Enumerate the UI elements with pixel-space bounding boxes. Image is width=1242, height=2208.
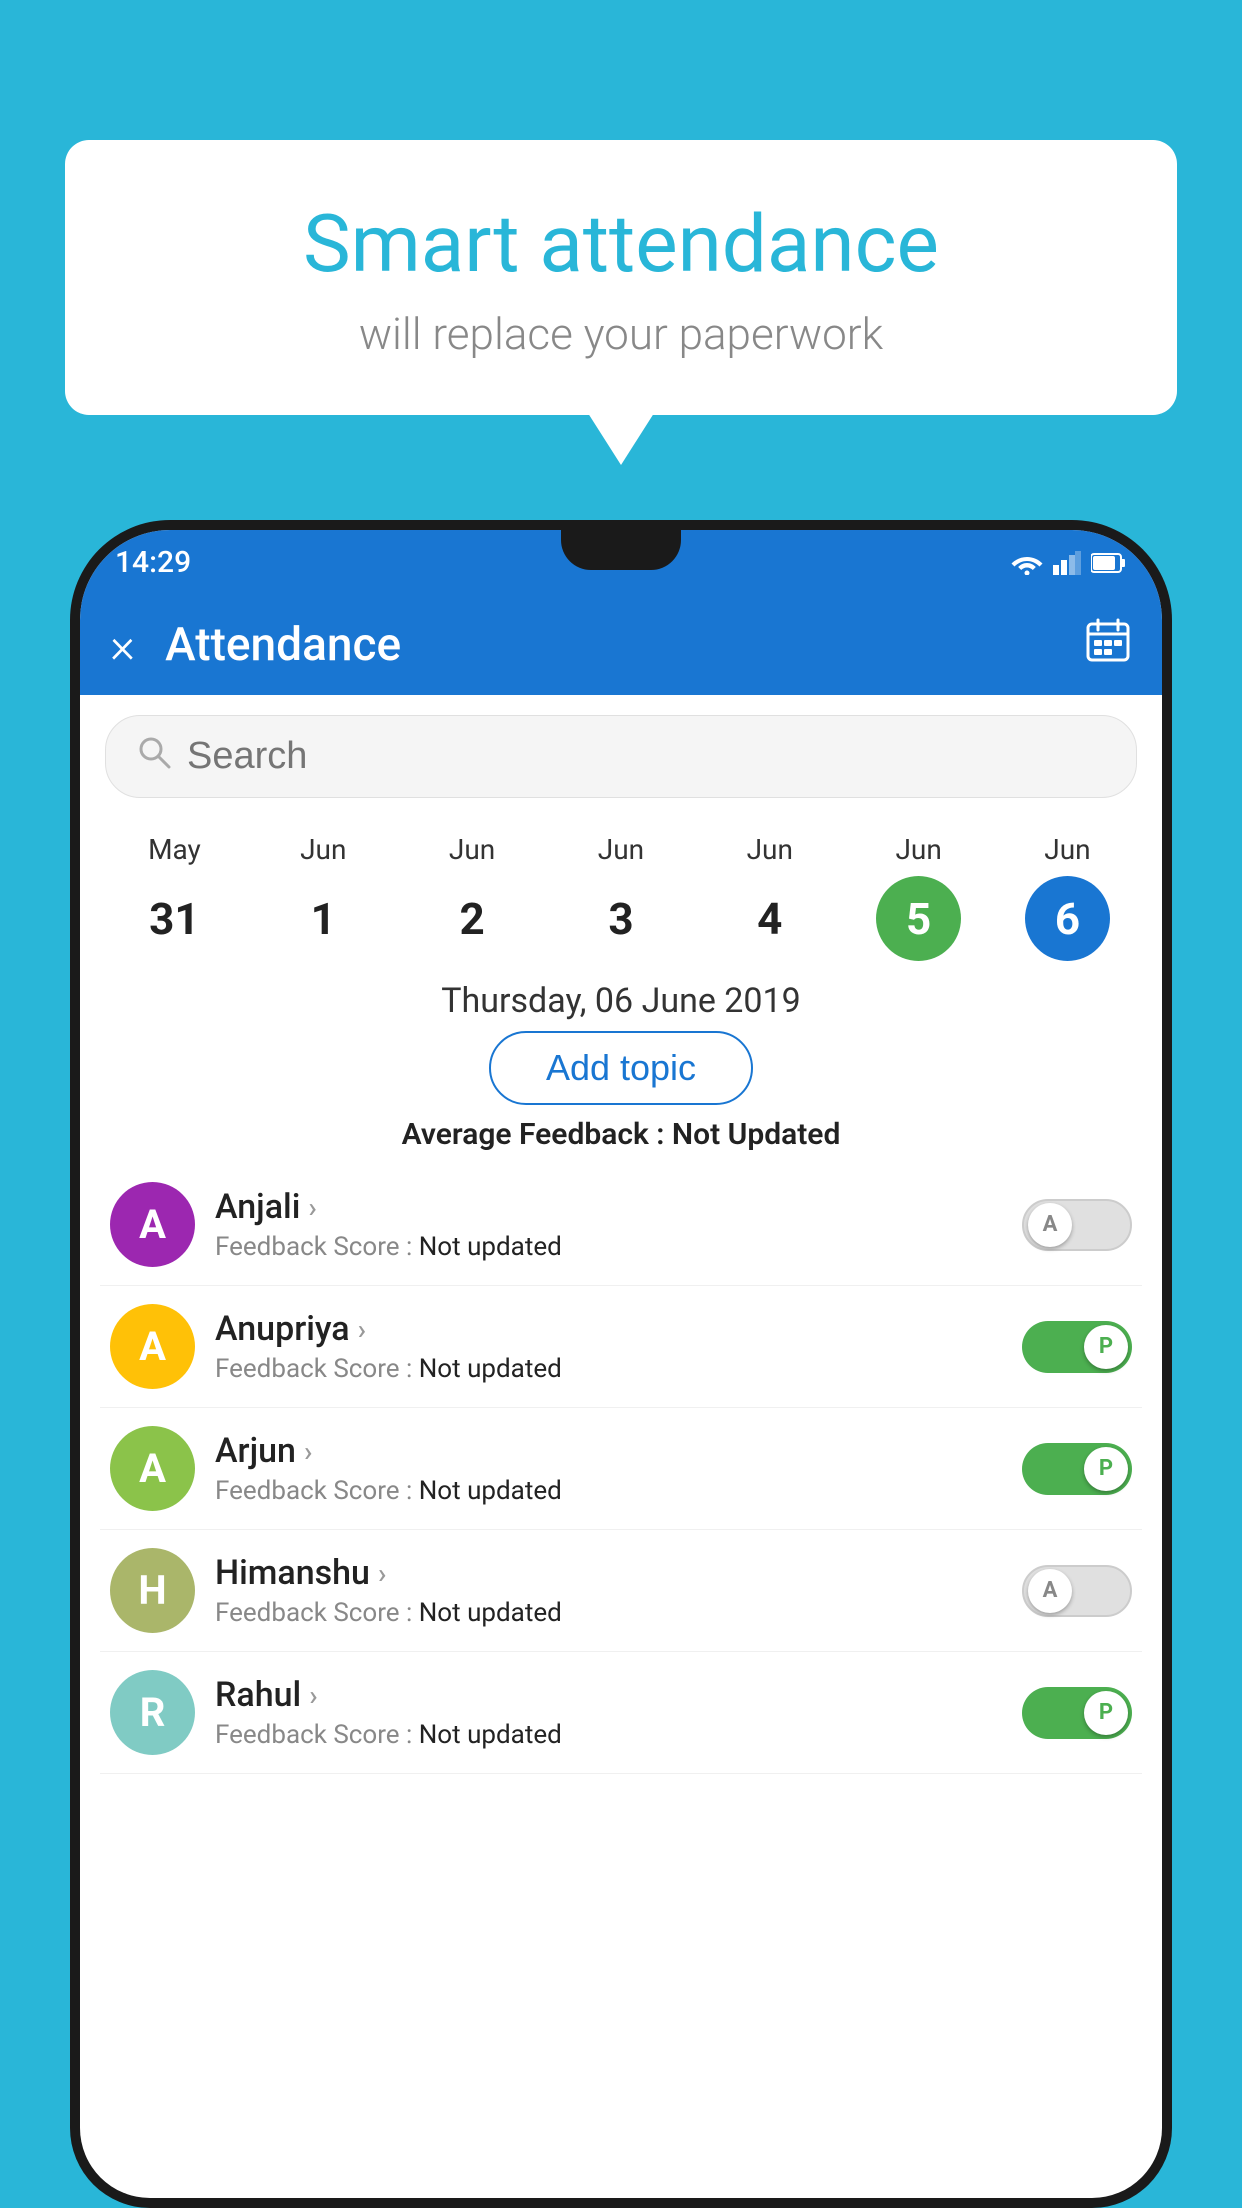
toggle-knob: P bbox=[1084, 1325, 1128, 1369]
toggle-switch[interactable]: A bbox=[1022, 1565, 1132, 1617]
feedback-score: Feedback Score : Not updated bbox=[215, 1232, 1022, 1262]
chevron-icon: › bbox=[309, 1679, 317, 1712]
chevron-icon: › bbox=[304, 1435, 312, 1468]
cal-month-label: Jun bbox=[449, 833, 495, 866]
cal-month-label: Jun bbox=[1044, 833, 1090, 866]
feedback-value: Not updated bbox=[419, 1232, 562, 1262]
add-topic-button[interactable]: Add topic bbox=[489, 1031, 753, 1105]
student-name: Rahul › bbox=[215, 1675, 1022, 1715]
student-item[interactable]: A Arjun › Feedback Score : Not updated P bbox=[100, 1408, 1142, 1530]
toggle-knob: P bbox=[1084, 1691, 1128, 1735]
calendar-day[interactable]: Jun 3 bbox=[578, 833, 663, 961]
cal-date-number: 3 bbox=[578, 876, 663, 961]
cal-date-number: 31 bbox=[132, 876, 217, 961]
calendar-day[interactable]: Jun 4 bbox=[727, 833, 812, 961]
close-button[interactable]: × bbox=[110, 617, 135, 674]
attendance-toggle[interactable]: P bbox=[1022, 1443, 1132, 1495]
cal-month-label: Jun bbox=[895, 833, 941, 866]
student-avatar: A bbox=[110, 1304, 195, 1389]
feedback-score: Feedback Score : Not updated bbox=[215, 1354, 1022, 1384]
cal-date-number: 6 bbox=[1025, 876, 1110, 961]
attendance-toggle[interactable]: P bbox=[1022, 1321, 1132, 1373]
student-avatar: A bbox=[110, 1182, 195, 1267]
student-name: Arjun › bbox=[215, 1431, 1022, 1471]
calendar-day[interactable]: May 31 bbox=[132, 833, 217, 961]
calendar-day[interactable]: Jun 1 bbox=[281, 833, 366, 961]
battery-icon bbox=[1091, 552, 1127, 574]
status-time: 14:29 bbox=[115, 545, 191, 580]
student-name: Himanshu › bbox=[215, 1553, 1022, 1593]
avg-feedback-label: Average Feedback : bbox=[402, 1117, 672, 1152]
calendar-strip: May 31 Jun 1 Jun 2 Jun 3 Jun 4 Jun 5 Jun 6 bbox=[80, 818, 1162, 966]
attendance-toggle[interactable]: A bbox=[1022, 1199, 1132, 1251]
signal-icon bbox=[1053, 551, 1081, 575]
notch bbox=[561, 530, 681, 570]
calendar-icon[interactable] bbox=[1084, 616, 1132, 674]
student-info: Rahul › Feedback Score : Not updated bbox=[215, 1675, 1022, 1750]
cal-month-label: Jun bbox=[300, 833, 346, 866]
chevron-icon: › bbox=[308, 1191, 316, 1224]
student-list: AAnjali ›Feedback Score : Not updatedAAA… bbox=[80, 1164, 1162, 1774]
search-icon bbox=[136, 734, 172, 779]
toggle-switch[interactable]: P bbox=[1022, 1321, 1132, 1373]
toggle-switch[interactable]: A bbox=[1022, 1199, 1132, 1251]
calendar-day[interactable]: Jun 6 bbox=[1025, 833, 1110, 961]
student-name: Anjali › bbox=[215, 1187, 1022, 1227]
toggle-switch[interactable]: P bbox=[1022, 1687, 1132, 1739]
student-item[interactable]: R Rahul › Feedback Score : Not updated P bbox=[100, 1652, 1142, 1774]
student-item[interactable]: H Himanshu › Feedback Score : Not updatedA bbox=[100, 1530, 1142, 1652]
toggle-knob: A bbox=[1028, 1203, 1072, 1247]
calendar-day[interactable]: Jun 2 bbox=[430, 833, 515, 961]
status-icons bbox=[1011, 551, 1127, 575]
phone-inner: 14:29 bbox=[80, 530, 1162, 2198]
selected-date: Thursday, 06 June 2019 bbox=[80, 981, 1162, 1021]
student-avatar: H bbox=[110, 1548, 195, 1633]
cal-month-label: Jun bbox=[598, 833, 644, 866]
cal-month-label: Jun bbox=[747, 833, 793, 866]
hero-title: Smart attendance bbox=[115, 200, 1127, 288]
feedback-value: Not updated bbox=[419, 1720, 562, 1750]
toggle-knob: P bbox=[1084, 1447, 1128, 1491]
student-info: Arjun › Feedback Score : Not updated bbox=[215, 1431, 1022, 1506]
student-name: Anupriya › bbox=[215, 1309, 1022, 1349]
student-item[interactable]: A Anupriya › Feedback Score : Not updated P bbox=[100, 1286, 1142, 1408]
chevron-icon: › bbox=[358, 1313, 366, 1346]
cal-month-label: May bbox=[148, 833, 201, 866]
feedback-score: Feedback Score : Not updated bbox=[215, 1476, 1022, 1506]
feedback-score: Feedback Score : Not updated bbox=[215, 1720, 1022, 1750]
cal-date-number: 5 bbox=[876, 876, 961, 961]
speech-bubble-container: Smart attendance will replace your paper… bbox=[65, 140, 1177, 415]
app-title: Attendance bbox=[165, 618, 1084, 672]
hero-subtitle: will replace your paperwork bbox=[115, 308, 1127, 360]
cal-date-number: 2 bbox=[430, 876, 515, 961]
status-bar: 14:29 bbox=[80, 530, 1162, 595]
student-info: Himanshu › Feedback Score : Not updated bbox=[215, 1553, 1022, 1628]
cal-date-number: 4 bbox=[727, 876, 812, 961]
avg-feedback-value: Not Updated bbox=[672, 1117, 840, 1152]
feedback-value: Not updated bbox=[419, 1476, 562, 1506]
feedback-value: Not updated bbox=[419, 1598, 562, 1628]
wifi-icon bbox=[1011, 551, 1043, 575]
student-avatar: A bbox=[110, 1426, 195, 1511]
phone-frame: 14:29 bbox=[70, 520, 1172, 2208]
student-info: Anjali › Feedback Score : Not updated bbox=[215, 1187, 1022, 1262]
student-avatar: R bbox=[110, 1670, 195, 1755]
attendance-toggle[interactable]: P bbox=[1022, 1687, 1132, 1739]
avg-feedback: Average Feedback : Not Updated bbox=[80, 1117, 1162, 1152]
feedback-value: Not updated bbox=[419, 1354, 562, 1384]
student-item[interactable]: AAnjali ›Feedback Score : Not updatedA bbox=[100, 1164, 1142, 1286]
cal-date-number: 1 bbox=[281, 876, 366, 961]
toggle-knob: A bbox=[1028, 1569, 1072, 1613]
calendar-day[interactable]: Jun 5 bbox=[876, 833, 961, 961]
attendance-toggle[interactable]: A bbox=[1022, 1565, 1132, 1617]
chevron-icon: › bbox=[378, 1557, 386, 1590]
search-bar[interactable] bbox=[105, 715, 1137, 798]
app-bar: × Attendance bbox=[80, 595, 1162, 695]
feedback-score: Feedback Score : Not updated bbox=[215, 1598, 1022, 1628]
speech-bubble: Smart attendance will replace your paper… bbox=[65, 140, 1177, 415]
student-info: Anupriya › Feedback Score : Not updated bbox=[215, 1309, 1022, 1384]
search-input[interactable] bbox=[187, 735, 1106, 778]
toggle-switch[interactable]: P bbox=[1022, 1443, 1132, 1495]
